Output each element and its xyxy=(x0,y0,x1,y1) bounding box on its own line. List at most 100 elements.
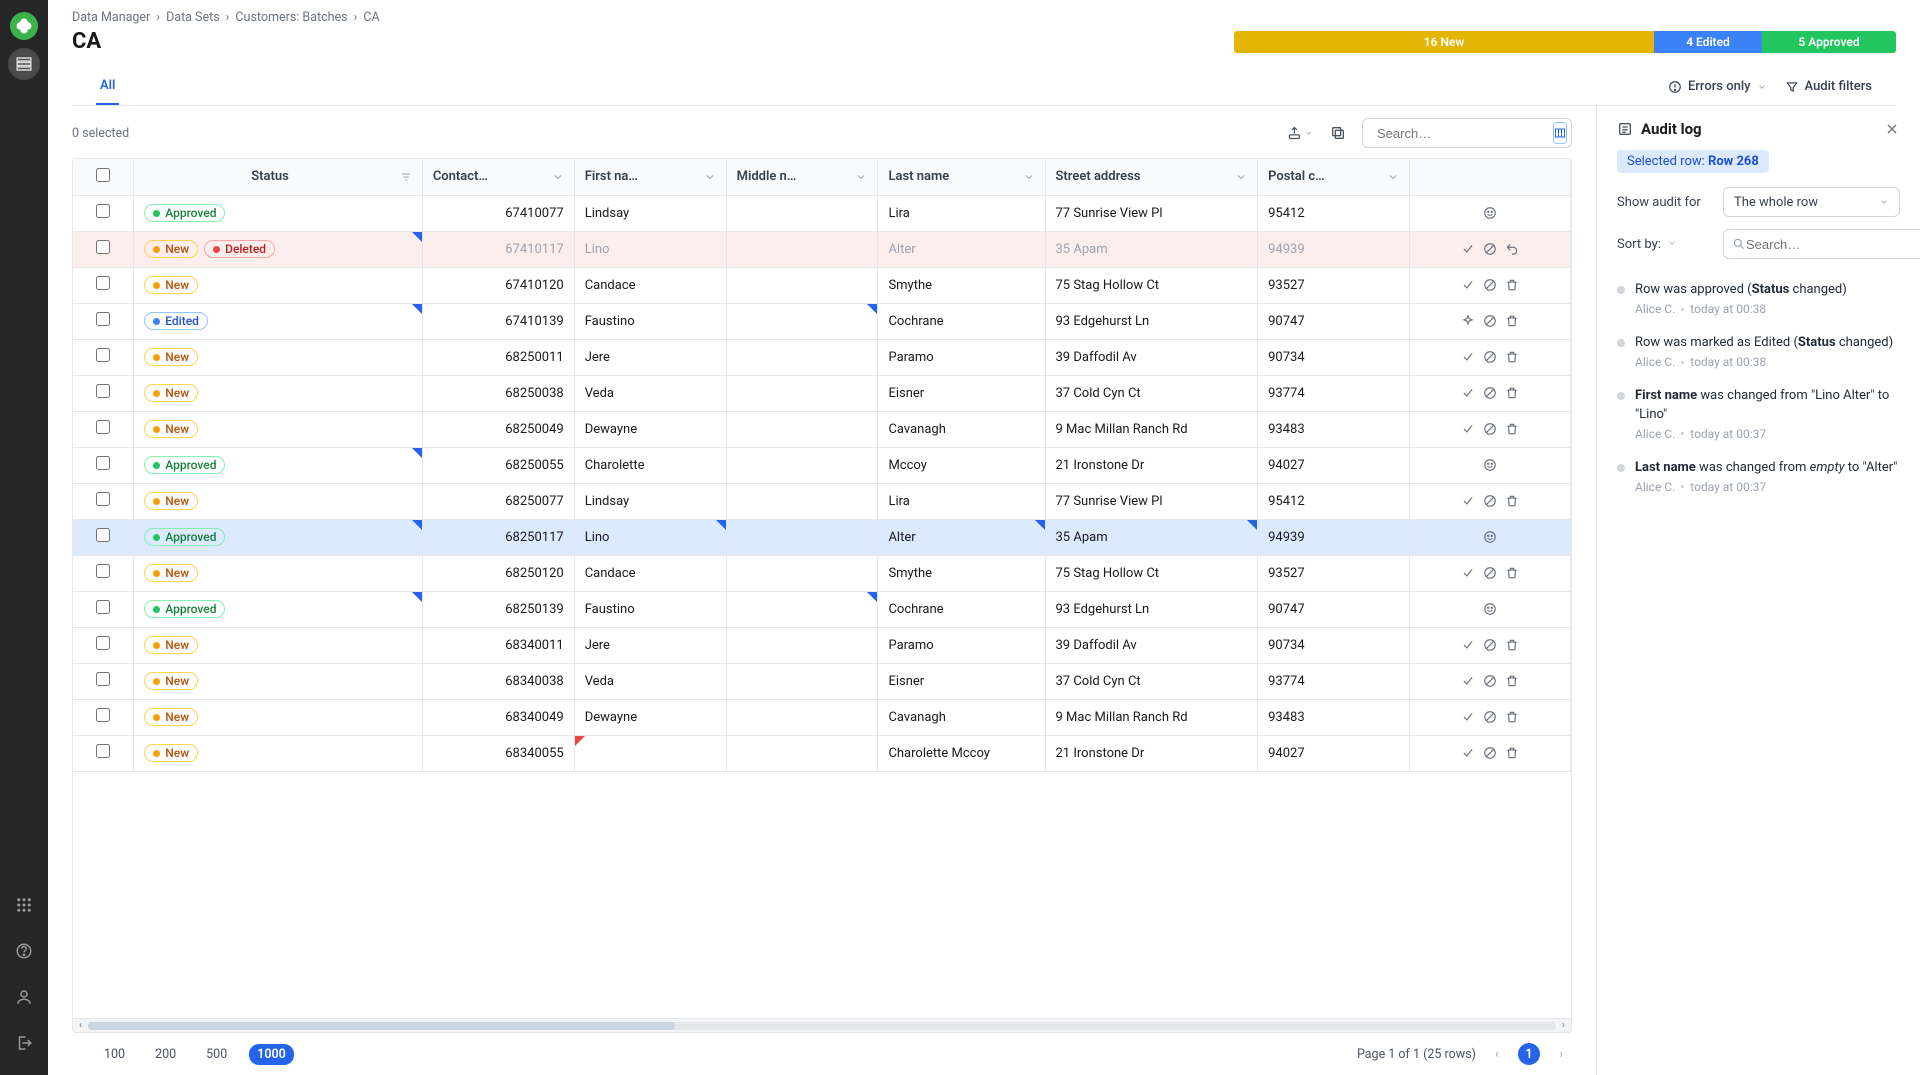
row-checkbox[interactable] xyxy=(96,672,110,686)
reject-row-button[interactable] xyxy=(1483,566,1497,580)
crumb-3[interactable]: CA xyxy=(363,10,379,25)
delete-row-button[interactable] xyxy=(1505,746,1519,760)
crumb-1[interactable]: Data Sets xyxy=(166,10,220,25)
row-checkbox[interactable] xyxy=(96,312,110,326)
reject-row-button[interactable] xyxy=(1483,278,1497,292)
approve-row-button[interactable] xyxy=(1461,494,1475,508)
approve-row-button[interactable] xyxy=(1461,350,1475,364)
col-mname-header[interactable]: Middle n… xyxy=(737,169,797,184)
reject-row-button[interactable] xyxy=(1483,710,1497,724)
search-input[interactable] xyxy=(1377,126,1553,141)
reject-row-button[interactable] xyxy=(1483,350,1497,364)
row-checkbox[interactable] xyxy=(96,564,110,578)
table-row[interactable]: New 68250077 Lindsay Lira 77 Sunrise Vie… xyxy=(73,483,1571,519)
row-checkbox[interactable] xyxy=(96,456,110,470)
reject-row-button[interactable] xyxy=(1483,674,1497,688)
approve-row-button[interactable] xyxy=(1461,242,1475,256)
approve-row-button[interactable] xyxy=(1461,674,1475,688)
table-row[interactable]: New 68340038 Veda Eisner 37 Cold Cyn Ct … xyxy=(73,663,1571,699)
chevron-down-icon[interactable] xyxy=(1023,171,1035,183)
undo-row-button[interactable] xyxy=(1505,242,1519,256)
chevron-down-icon[interactable] xyxy=(855,171,867,183)
next-page-button[interactable]: › xyxy=(1550,1043,1572,1065)
table-row[interactable]: New 68340011 Jere Paramo 39 Daffodil Av … xyxy=(73,627,1571,663)
row-checkbox[interactable] xyxy=(96,600,110,614)
approve-row-button[interactable] xyxy=(1461,278,1475,292)
row-checkbox[interactable] xyxy=(96,348,110,362)
reject-row-button[interactable] xyxy=(1483,638,1497,652)
nav-datasets[interactable] xyxy=(8,48,40,80)
row-checkbox[interactable] xyxy=(96,492,110,506)
row-checkbox[interactable] xyxy=(96,708,110,722)
page-size-200[interactable]: 200 xyxy=(147,1044,184,1065)
col-status-header[interactable]: Status xyxy=(251,169,289,184)
row-checkbox[interactable] xyxy=(96,384,110,398)
filter-icon[interactable] xyxy=(400,171,412,183)
audit-filters-button[interactable]: Audit filters xyxy=(1785,79,1872,94)
strip-edited[interactable]: 4 Edited xyxy=(1654,31,1762,53)
table-row[interactable]: New 68250120 Candace Smythe 75 Stag Holl… xyxy=(73,555,1571,591)
approve-row-button[interactable] xyxy=(1461,746,1475,760)
page-size-1000[interactable]: 1000 xyxy=(249,1044,294,1065)
approve-row-button[interactable] xyxy=(1461,386,1475,400)
select-all-checkbox[interactable] xyxy=(96,168,110,182)
delete-row-button[interactable] xyxy=(1505,422,1519,436)
reject-row-button[interactable] xyxy=(1483,422,1497,436)
table-row[interactable]: Approved 68250055 Charolette Mccoy 21 Ir… xyxy=(73,447,1571,483)
reject-row-button[interactable] xyxy=(1483,314,1497,328)
show-audit-for-select[interactable]: The whole row xyxy=(1723,187,1900,217)
approve-row-button[interactable] xyxy=(1461,638,1475,652)
approve-row-button[interactable] xyxy=(1461,566,1475,580)
reject-row-button[interactable] xyxy=(1483,386,1497,400)
delete-row-button[interactable] xyxy=(1505,314,1519,328)
table-row[interactable]: New 67410120 Candace Smythe 75 Stag Holl… xyxy=(73,267,1571,303)
table-row[interactable]: New 68340049 Dewayne Cavanagh 9 Mac Mill… xyxy=(73,699,1571,735)
chevron-down-icon[interactable] xyxy=(1387,171,1399,183)
table-row[interactable]: Approved 67410077 Lindsay Lira 77 Sunris… xyxy=(73,195,1571,231)
row-checkbox[interactable] xyxy=(96,528,110,542)
table-row[interactable]: New 68250011 Jere Paramo 39 Daffodil Av … xyxy=(73,339,1571,375)
row-checkbox[interactable] xyxy=(96,636,110,650)
col-fname-header[interactable]: First na… xyxy=(585,169,638,184)
nav-help[interactable] xyxy=(8,935,40,967)
col-lname-header[interactable]: Last name xyxy=(888,169,949,184)
table-row[interactable]: New 68340055 Charolette Mccoy 21 Ironsto… xyxy=(73,735,1571,771)
reject-row-button[interactable] xyxy=(1483,494,1497,508)
strip-approved[interactable]: 5 Approved xyxy=(1762,31,1896,53)
delete-row-button[interactable] xyxy=(1505,638,1519,652)
table-row[interactable]: New 68250049 Dewayne Cavanagh 9 Mac Mill… xyxy=(73,411,1571,447)
delete-row-button[interactable] xyxy=(1505,566,1519,580)
table-row[interactable]: Approved 68250139 Faustino Cochrane 93 E… xyxy=(73,591,1571,627)
approve-row-button[interactable] xyxy=(1461,422,1475,436)
row-checkbox[interactable] xyxy=(96,204,110,218)
chevron-down-icon[interactable] xyxy=(1667,238,1677,248)
row-checkbox[interactable] xyxy=(96,420,110,434)
reject-row-button[interactable] xyxy=(1483,242,1497,256)
delete-row-button[interactable] xyxy=(1505,674,1519,688)
audit-search-input[interactable] xyxy=(1746,237,1920,252)
reject-row-button[interactable] xyxy=(1483,746,1497,760)
chevron-down-icon[interactable] xyxy=(1235,171,1247,183)
row-checkbox[interactable] xyxy=(96,744,110,758)
col-postal-header[interactable]: Postal c… xyxy=(1268,169,1324,184)
tab-all[interactable]: All xyxy=(96,68,119,105)
app-logo[interactable] xyxy=(10,12,38,40)
delete-row-button[interactable] xyxy=(1505,386,1519,400)
page-1-button[interactable]: 1 xyxy=(1518,1043,1540,1065)
delete-row-button[interactable] xyxy=(1505,278,1519,292)
column-chooser-button[interactable] xyxy=(1553,122,1567,144)
chevron-down-icon[interactable] xyxy=(552,171,564,183)
row-checkbox[interactable] xyxy=(96,276,110,290)
nav-logout[interactable] xyxy=(8,1027,40,1059)
col-contact-header[interactable]: Contact… xyxy=(433,169,488,184)
nav-apps[interactable] xyxy=(8,889,40,921)
delete-row-button[interactable] xyxy=(1505,710,1519,724)
col-addr-header[interactable]: Street address xyxy=(1056,169,1141,184)
revert-row-button[interactable] xyxy=(1461,314,1475,328)
table-row[interactable]: Edited 67410139 Faustino Cochrane 93 Edg… xyxy=(73,303,1571,339)
page-size-500[interactable]: 500 xyxy=(198,1044,235,1065)
approve-row-button[interactable] xyxy=(1461,710,1475,724)
prev-page-button[interactable]: ‹ xyxy=(1486,1043,1508,1065)
table-row[interactable]: Approved 68250117 Lino Alter 35 Apam 949… xyxy=(73,519,1571,555)
strip-new[interactable]: 16 New xyxy=(1234,31,1654,53)
